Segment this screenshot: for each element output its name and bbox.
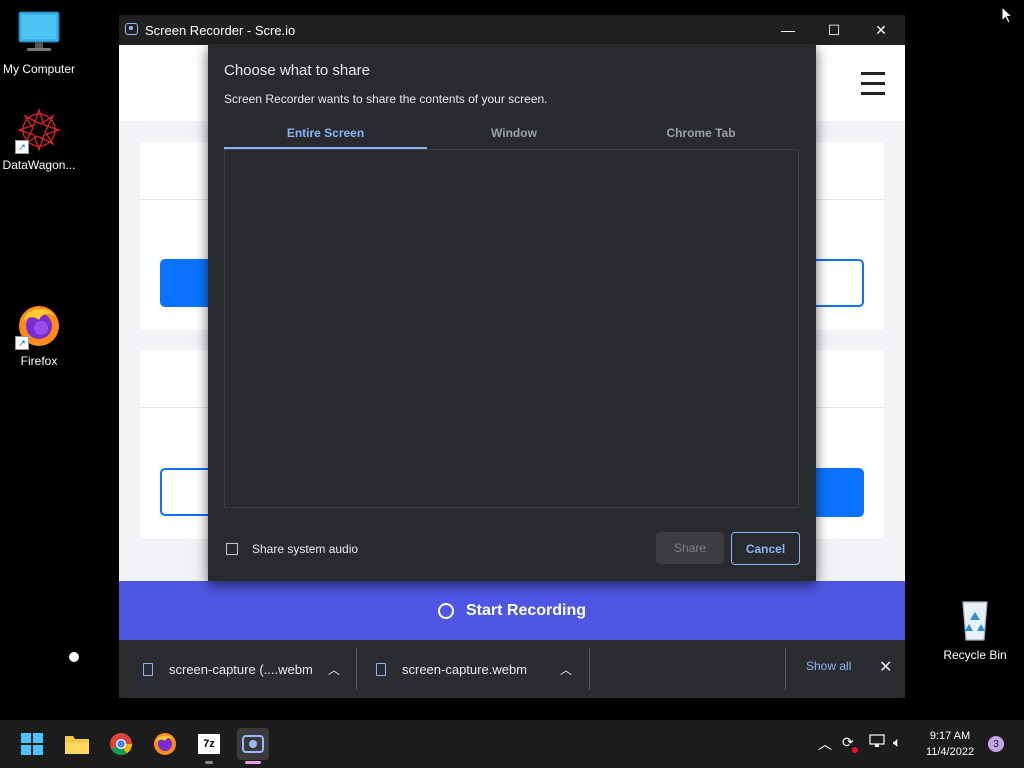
download-item[interactable]: screen-capture (....webm ︿	[143, 640, 353, 698]
window-title: Screen Recorder - Scre.io	[145, 23, 296, 38]
downloads-bar: screen-capture (....webm ︿ screen-captur…	[119, 640, 905, 698]
divider	[785, 648, 786, 690]
minimize-button[interactable]: —	[765, 15, 811, 45]
desktop-icon-label: Firefox	[20, 354, 58, 368]
start-recording-button[interactable]: Start Recording	[119, 581, 905, 640]
download-item[interactable]: screen-capture.webm ︿	[376, 640, 586, 698]
desktop-icon-label: DataWagon...	[2, 158, 76, 172]
clock-date: 11/4/2022	[925, 746, 975, 758]
maximize-button[interactable]: ☐	[811, 15, 857, 45]
desktop-icon-firefox[interactable]: ↗ Firefox	[1, 302, 77, 368]
record-circle-icon	[437, 602, 454, 619]
downloads-close-icon[interactable]: ✕	[879, 657, 892, 677]
screen-recorder-app-icon	[125, 23, 138, 35]
start-recording-label: Start Recording	[465, 601, 586, 619]
notification-badge[interactable]: 3	[988, 736, 1004, 752]
divider	[589, 648, 590, 690]
chrome-icon[interactable]	[105, 728, 137, 760]
download-filename: screen-capture (....webm	[169, 661, 313, 677]
cancel-button[interactable]: Cancel	[731, 532, 800, 565]
firefox-icon[interactable]	[149, 728, 181, 760]
tab-chrome-tab[interactable]: Chrome Tab	[601, 126, 801, 140]
window-titlebar[interactable]: Screen Recorder - Scre.io — ☐ ✕	[119, 15, 905, 45]
monitor-icon	[15, 10, 63, 58]
screen-list-panel[interactable]	[224, 149, 799, 508]
desktop-icon-datawagon[interactable]: ↗ DataWagon...	[1, 106, 77, 172]
share-button[interactable]: Share	[656, 532, 724, 564]
sync-alert-dot	[852, 747, 858, 753]
taskbar: 7z ︿ ⟳ 🔈︎ 9:17 AM 11/4/2022	[0, 720, 1024, 768]
share-system-audio-checkbox[interactable]: Share system audio	[226, 542, 358, 556]
show-all-link[interactable]: Show all	[806, 659, 851, 673]
dialog-title: Choose what to share	[224, 62, 370, 79]
firefox-icon: ↗	[15, 302, 63, 350]
mouse-cursor-icon	[1001, 5, 1014, 29]
file-explorer-icon[interactable]	[61, 728, 93, 760]
divider	[356, 648, 357, 690]
share-screen-dialog: Choose what to share Screen Recorder wan…	[208, 44, 816, 581]
chevron-up-icon[interactable]: ︿	[818, 734, 832, 754]
volume-icon[interactable]: 🔈︎	[893, 734, 901, 751]
desktop-icon-label: My Computer	[2, 62, 76, 76]
tab-window[interactable]: Window	[427, 126, 601, 140]
windows-start-icon[interactable]	[16, 728, 48, 760]
shortcut-arrow-icon: ↗	[15, 336, 29, 350]
checkbox-icon[interactable]	[226, 543, 238, 555]
download-filename: screen-capture.webm	[402, 661, 527, 677]
desktop-icon-recycle-bin[interactable]: Recycle Bin	[937, 596, 1013, 662]
hamburger-menu-icon[interactable]	[861, 72, 885, 95]
screen-recorder-icon[interactable]	[237, 728, 269, 764]
share-system-audio-label: Share system audio	[252, 542, 359, 556]
clock-time: 9:17 AM	[929, 730, 971, 742]
dialog-subtitle: Screen Recorder wants to share the conte…	[224, 92, 548, 106]
chevron-up-icon[interactable]: ︿	[560, 661, 572, 678]
network-icon[interactable]	[869, 734, 885, 751]
desktop-dot	[69, 652, 79, 662]
desktop-icon-my-computer[interactable]: My Computer	[1, 10, 77, 76]
datawagon-icon: ↗	[15, 106, 63, 154]
file-icon	[376, 662, 386, 676]
chevron-up-icon[interactable]: ︿	[328, 661, 340, 678]
file-icon	[143, 662, 153, 676]
7zip-icon[interactable]: 7z	[193, 728, 225, 764]
taskbar-clock[interactable]: 9:17 AM 11/4/2022	[914, 728, 986, 760]
tab-entire-screen[interactable]: Entire Screen	[224, 126, 427, 140]
shortcut-arrow-icon: ↗	[15, 140, 29, 154]
desktop-icon-label: Recycle Bin	[943, 648, 1007, 662]
close-button[interactable]: ✕	[858, 15, 904, 45]
recycle-bin-icon	[951, 596, 999, 644]
